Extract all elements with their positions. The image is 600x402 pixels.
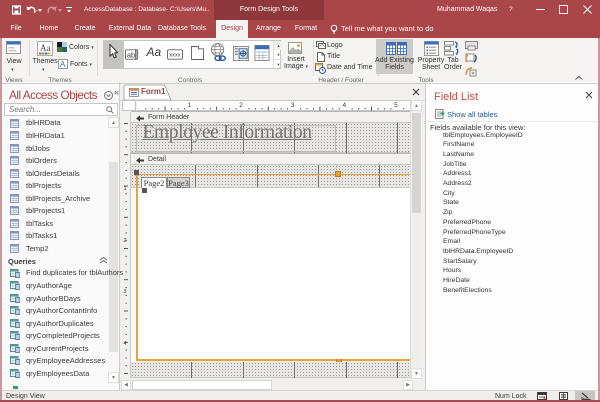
svg-text:A: A: [60, 60, 66, 69]
svg-text:Aa: Aa: [40, 43, 51, 53]
svg-text:xxxx: xxxx: [169, 52, 180, 58]
svg-text:ab: ab: [127, 50, 135, 59]
